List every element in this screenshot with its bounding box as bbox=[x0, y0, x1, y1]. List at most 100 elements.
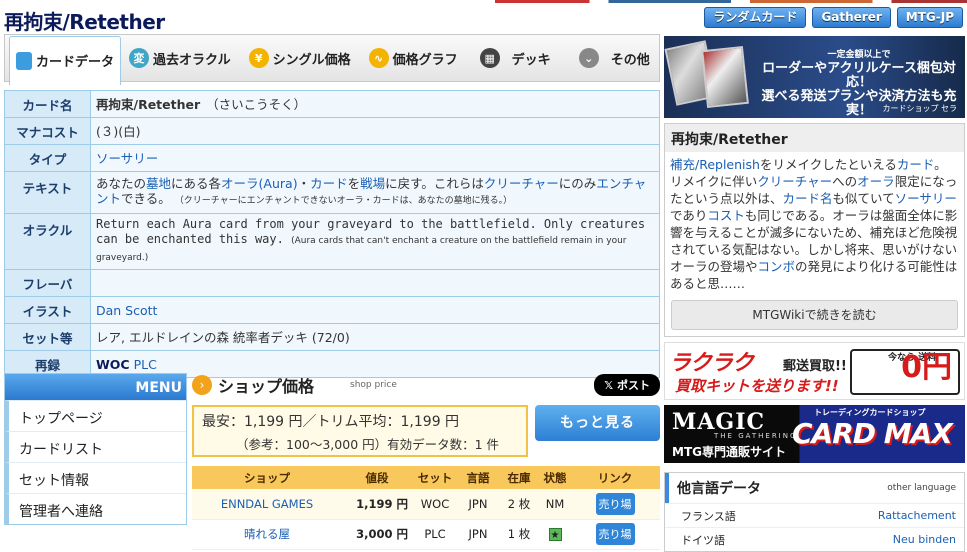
top-button-group: ランダムカード Gatherer MTG-JP bbox=[704, 7, 963, 28]
link-graveyard[interactable]: 墓地 bbox=[146, 176, 171, 191]
yen-icon: ¥ bbox=[248, 48, 269, 68]
shop-set: PLC bbox=[412, 519, 458, 550]
wiki-panel: 再拘束/Retether 補充/Replenishをリメイクしたといえるカード。… bbox=[664, 123, 965, 337]
col-lang: 言語 bbox=[458, 466, 498, 489]
card-type-link[interactable]: ソーサリー bbox=[96, 151, 158, 166]
reprint-plc-link[interactable]: PLC bbox=[134, 357, 157, 372]
card-name-kana: （さいこうそく） bbox=[206, 96, 307, 112]
link-aura[interactable]: オーラ(Aura) bbox=[221, 176, 298, 191]
wiki-read-more-button[interactable]: MTGWikiで続きを読む bbox=[671, 300, 958, 330]
wiki-link[interactable]: コスト bbox=[707, 208, 745, 223]
ad2-zero: 0円 bbox=[901, 350, 952, 385]
text-segment: あなたの bbox=[96, 176, 147, 191]
wiki-link[interactable]: オーラ bbox=[857, 174, 895, 189]
ad-line2: ローダーやアクリルケース梱包対応！ bbox=[762, 61, 956, 90]
shop-link[interactable]: 晴れる屋 bbox=[244, 527, 290, 541]
price-summary-line2: （参考：100～3,000 円）有効データ数：1 件 bbox=[236, 437, 500, 452]
wiki-link[interactable]: クリーチャー bbox=[757, 174, 832, 189]
label-illustrator: イラスト bbox=[4, 296, 91, 324]
col-shop: ショップ bbox=[192, 466, 342, 489]
tab-label: シングル価格 bbox=[272, 52, 351, 68]
illustrator-link[interactable]: Dan Scott bbox=[96, 303, 157, 318]
list-item: フランス語 Rattachement bbox=[665, 503, 964, 527]
label-mana-cost: マナコスト bbox=[4, 117, 91, 145]
tab-price-graph[interactable]: ∿ 価格グラフ bbox=[363, 35, 464, 81]
tab-other[interactable]: ⌄ その他 bbox=[573, 35, 656, 81]
wiki-link[interactable]: ソーサリー bbox=[895, 191, 957, 206]
x-post-button[interactable]: 𝕏 ポスト bbox=[594, 374, 660, 396]
wiki-link[interactable]: 補充/Replenish bbox=[670, 157, 760, 172]
menu-header: MENU bbox=[5, 374, 186, 400]
right-sidebar: 一定金額以上で ローダーやアクリルケース梱包対応！ 選べる発送プランや決済方法も… bbox=[664, 36, 965, 552]
language-card-link[interactable]: Neu binden bbox=[893, 533, 956, 546]
text-segment: への bbox=[832, 174, 858, 189]
tab-card-data[interactable]: カードデータ bbox=[9, 35, 122, 85]
graph-icon: ∿ bbox=[368, 48, 389, 68]
shop-price: 1,199 円 bbox=[342, 489, 412, 520]
shop-link-cell: 売り場 bbox=[570, 519, 660, 550]
buy-button[interactable]: 売り場 bbox=[595, 492, 635, 515]
shop-subtitle: shop price bbox=[350, 380, 397, 390]
ad-banner-cardmax[interactable]: MAGIC THE GATHERING MTG専門通販サイト トレーディングカー… bbox=[664, 405, 965, 463]
ad-banner-card-shop[interactable]: 一定金額以上で ローダーやアクリルケース梱包対応！ 選べる発送プランや決済方法も… bbox=[664, 36, 965, 118]
tab-label: その他 bbox=[610, 52, 650, 68]
text-reminder: （クリーチャーにエンチャントできないオーラ・カードは、あなたの墓地に残る。） bbox=[174, 196, 513, 206]
cardmax-logo: CARD MAX bbox=[792, 417, 953, 450]
text-segment: に戻す。これらは bbox=[385, 176, 484, 191]
tab-label: 過去オラクル bbox=[153, 52, 231, 68]
tab-past-oracle[interactable]: 変 過去オラクル bbox=[123, 35, 237, 81]
menu-item-set-info[interactable]: セット情報 bbox=[5, 462, 186, 493]
tab-single-price[interactable]: ¥ シングル価格 bbox=[243, 35, 357, 81]
row-oracle: オラクル Return each Aura card from your gra… bbox=[4, 213, 660, 270]
wiki-link[interactable]: カード名 bbox=[783, 191, 833, 206]
gatherer-button[interactable]: Gatherer bbox=[812, 7, 891, 28]
shop-price: 3,000 円 bbox=[342, 519, 412, 550]
other-language-title: 他言語データ bbox=[677, 481, 761, 497]
link-creature[interactable]: クリーチャー bbox=[484, 176, 559, 191]
label-set: セット等 bbox=[4, 323, 91, 351]
link-card[interactable]: カード bbox=[310, 176, 348, 191]
tab-label: デッキ bbox=[511, 52, 551, 68]
set-info: レア, エルドレインの森 統率者デッキ (72/0) bbox=[90, 323, 660, 351]
language-name: ドイツ語 bbox=[681, 533, 725, 547]
text-segment: を bbox=[347, 176, 361, 191]
other-language-header: 他言語データ other language bbox=[665, 473, 964, 503]
wiki-body: 補充/Replenishをリメイクしたといえるカード。リメイクに伴いクリーチャー… bbox=[665, 152, 964, 296]
side-menu: MENU トップページ カードリスト セット情報 管理者へ連絡 bbox=[4, 373, 187, 525]
text-segment: であり bbox=[670, 208, 708, 223]
wiki-link[interactable]: カード bbox=[897, 157, 934, 172]
shop-price-section: › ショップ価格 shop price 𝕏 ポスト 最安：1,199 円／トリム… bbox=[192, 372, 660, 550]
row-flavor: フレーバ bbox=[4, 269, 660, 297]
see-more-button[interactable]: もっと見る bbox=[535, 405, 660, 441]
link-battlefield[interactable]: 戦場 bbox=[360, 176, 385, 191]
row-illustrator: イラスト Dan Scott bbox=[4, 296, 660, 324]
row-card-name: カード名 再拘束/Retether （さいこうそく） bbox=[4, 90, 660, 118]
table-row: ENNDAL GAMES 1,199 円 WOC JPN 2 枚 NM 売り場 bbox=[192, 489, 660, 520]
reprint-woc-link[interactable]: WOC bbox=[96, 357, 130, 372]
buy-button[interactable]: 売り場 bbox=[595, 523, 635, 545]
menu-item-contact[interactable]: 管理者へ連絡 bbox=[5, 493, 186, 524]
star-icon: ★ bbox=[548, 528, 562, 541]
language-card-link[interactable]: Rattachement bbox=[878, 509, 956, 522]
random-card-button[interactable]: ランダムカード bbox=[704, 7, 807, 28]
tab-label: カードデータ bbox=[36, 55, 115, 70]
text-segment: できる。 bbox=[121, 191, 171, 206]
price-summary: 最安：1,199 円／トリム平均：1,199 円 （参考：100～3,000 円… bbox=[192, 405, 528, 457]
ad2-headline-sub: 郵送買取!! bbox=[783, 359, 847, 374]
shop-title: ショップ価格 bbox=[218, 377, 315, 396]
col-price: 値段 bbox=[342, 466, 412, 489]
mtg-jp-button[interactable]: MTG-JP bbox=[896, 7, 963, 28]
label-oracle: オラクル bbox=[4, 213, 91, 270]
wiki-link[interactable]: コンボ bbox=[758, 259, 796, 274]
ad2-headline: ラクラク bbox=[669, 351, 754, 376]
menu-item-card-list[interactable]: カードリスト bbox=[5, 431, 186, 462]
top-banner-strip bbox=[495, 0, 967, 3]
card-type-cell: ソーサリー bbox=[90, 144, 660, 172]
tab-deck[interactable]: ▦ デッキ bbox=[474, 35, 557, 81]
card-data-table: カード名 再拘束/Retether （さいこうそく） マナコスト (３)(白) タ… bbox=[4, 90, 660, 378]
ad-banner-buyback[interactable]: ラクラク 郵送買取!! 買取キットを送ります!! 今なら 送料 0円 bbox=[664, 342, 965, 400]
label-type: タイプ bbox=[4, 144, 91, 172]
row-mana-cost: マナコスト (３)(白) bbox=[4, 117, 660, 145]
shop-link[interactable]: ENNDAL GAMES bbox=[221, 497, 313, 511]
menu-item-top[interactable]: トップページ bbox=[5, 400, 186, 431]
